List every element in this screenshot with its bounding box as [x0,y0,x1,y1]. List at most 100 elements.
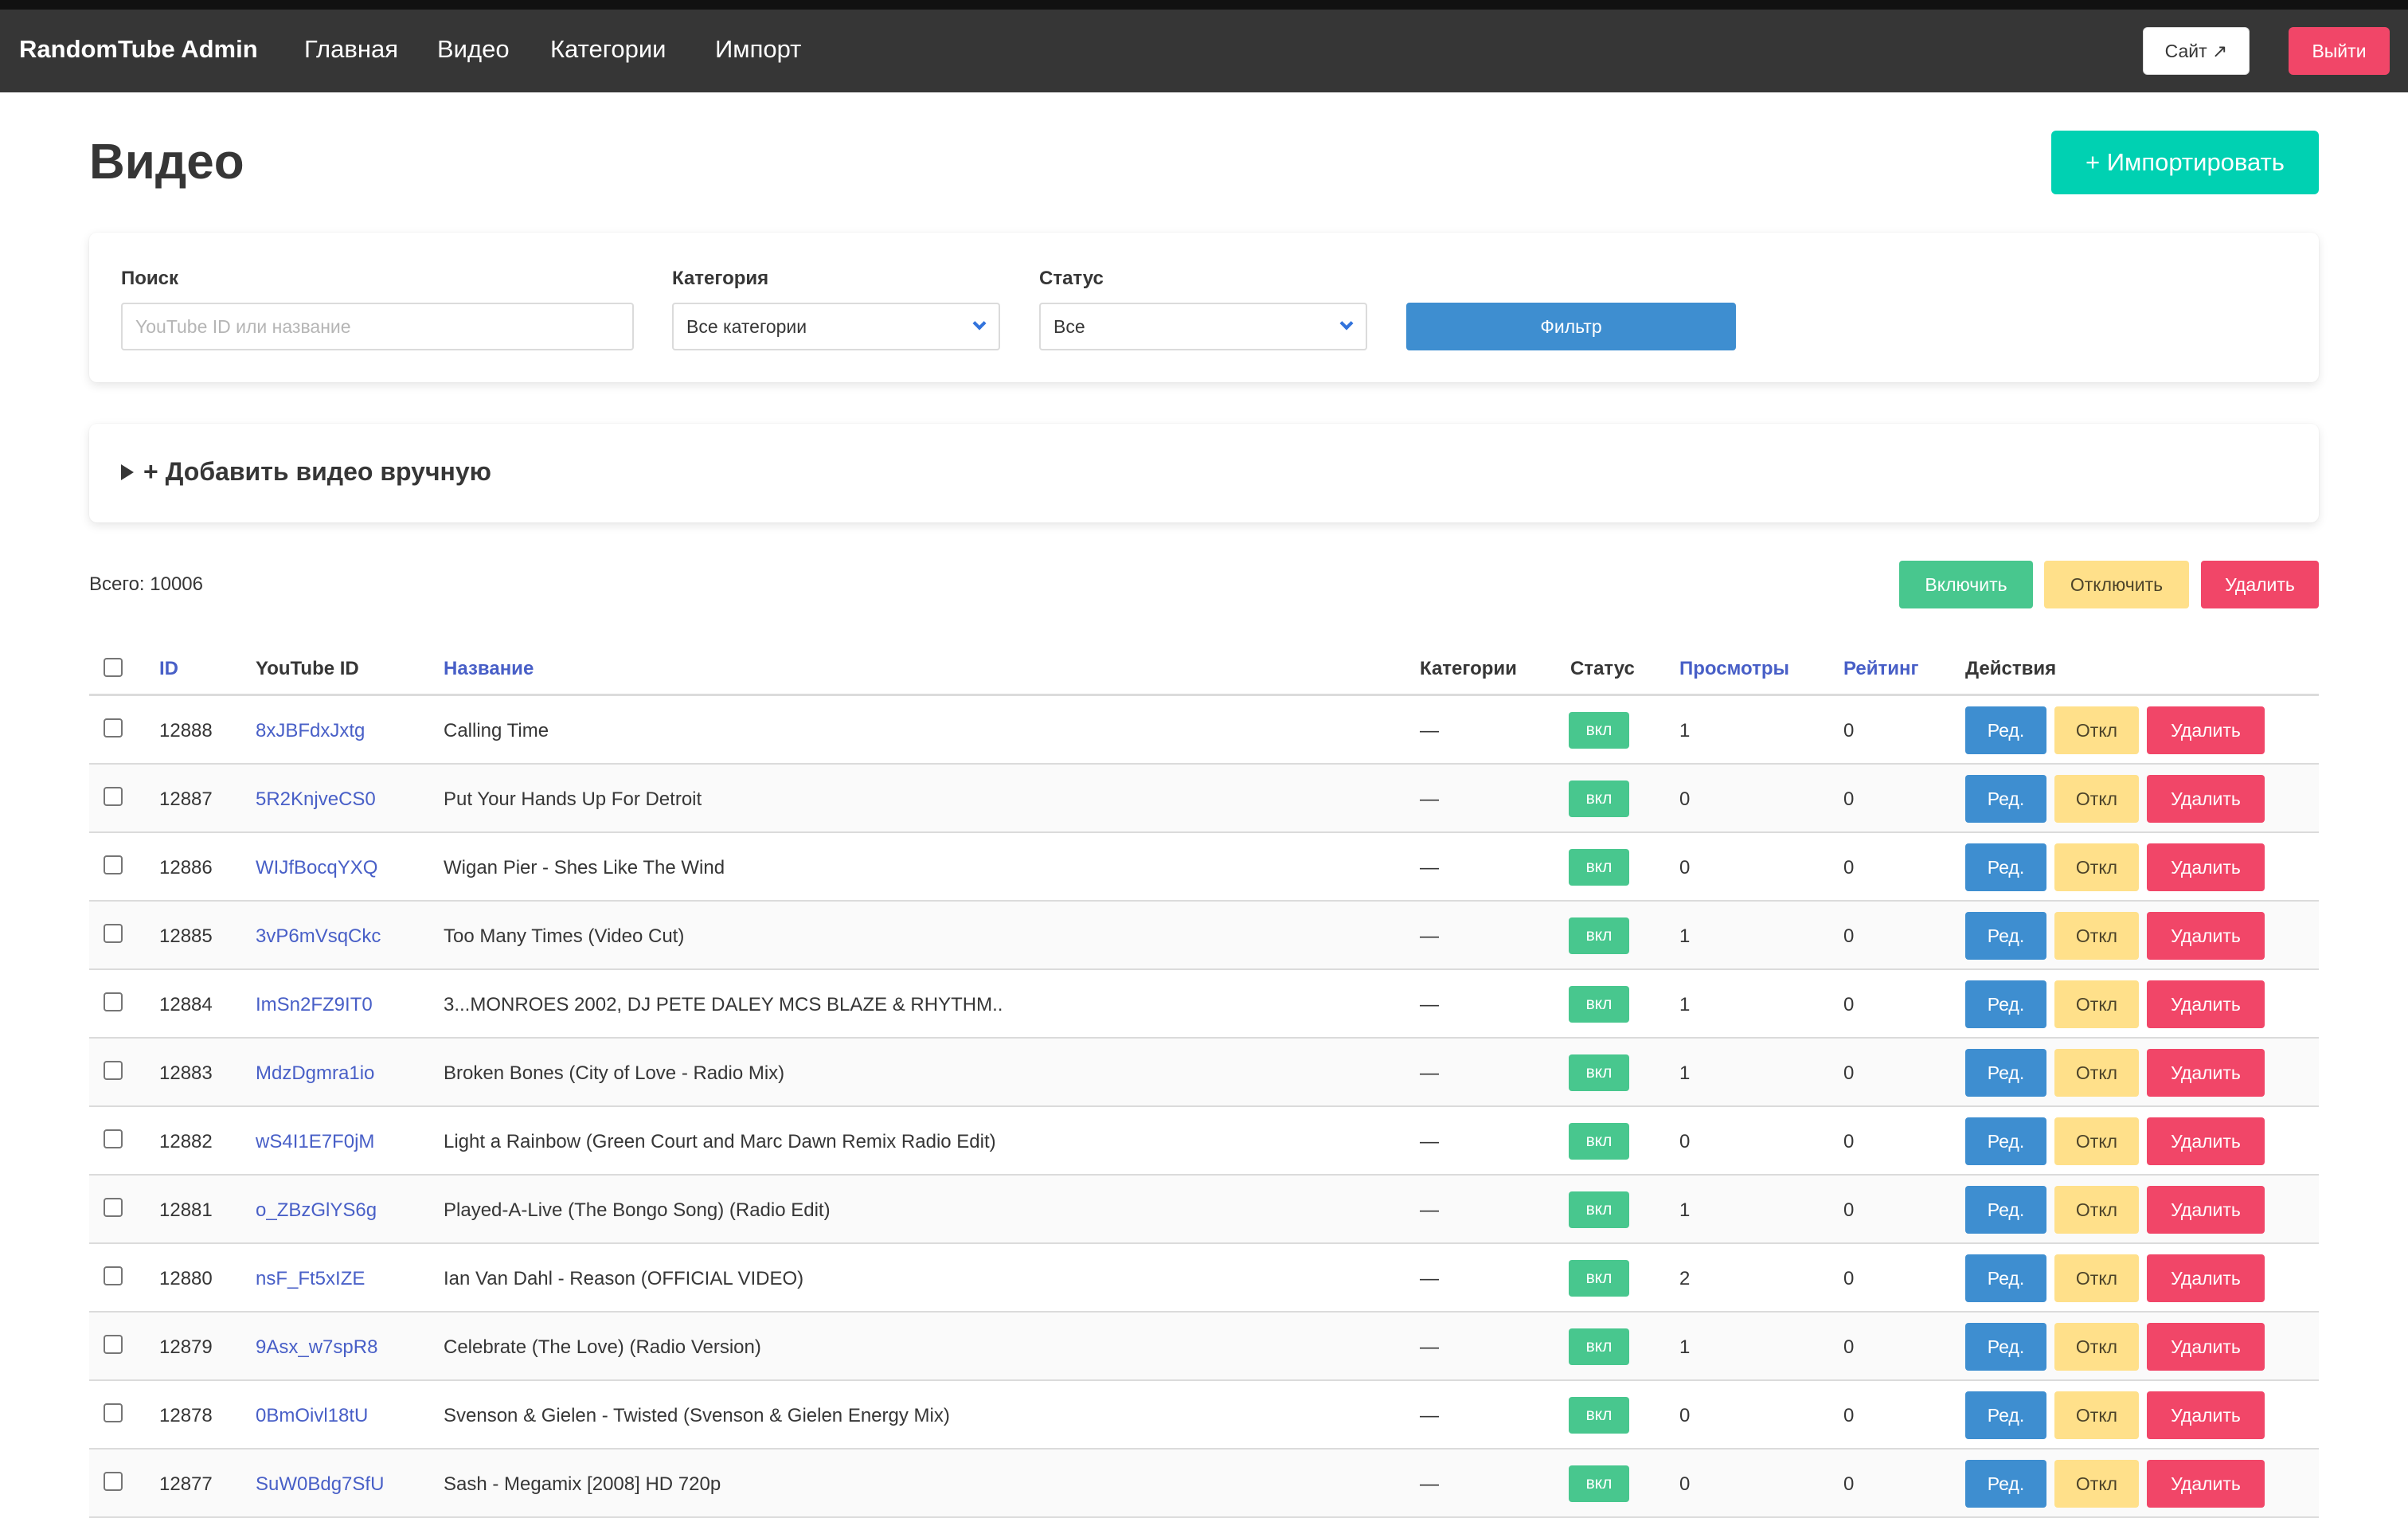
disable-button[interactable]: Откл [2054,1460,2139,1508]
edit-button[interactable]: Ред. [1965,1117,2046,1165]
logout-button[interactable]: Выйти [2289,27,2390,75]
row-checkbox[interactable] [104,1403,123,1422]
delete-button[interactable]: Удалить [2147,1391,2265,1439]
add-video-toggle[interactable]: + Добавить видео вручную [121,457,491,487]
nav-link-categories[interactable]: Категории [550,35,666,64]
row-views: 1 [1679,720,1691,741]
row-youtube-link[interactable]: 8xJBFdxJxtg [256,720,365,742]
delete-button[interactable]: Удалить [2147,980,2265,1028]
row-categories: — [1420,1131,1439,1152]
disable-button[interactable]: Откл [2054,1254,2139,1302]
search-input[interactable]: YouTube ID или название [121,303,634,350]
row-youtube-link[interactable]: 9Asx_w7spR8 [256,1336,377,1359]
th-title[interactable]: Название [444,658,534,680]
row-rating: 0 [1843,994,1855,1015]
row-title: Svenson & Gielen - Twisted (Svenson & Gi… [444,1405,950,1426]
bulk-disable-button[interactable]: Отключить [2044,561,2189,608]
disable-button[interactable]: Откл [2054,912,2139,960]
delete-button[interactable]: Удалить [2147,1460,2265,1508]
delete-button[interactable]: Удалить [2147,706,2265,754]
row-views: 1 [1679,994,1691,1015]
row-checkbox[interactable] [104,924,123,943]
brand-link[interactable]: RandomTube Admin [19,35,258,64]
table-row: 12886 WIJfBocqYXQ Wigan Pier - Shes Like T… [89,833,2319,902]
row-checkbox[interactable] [104,787,123,806]
table-row: 12879 9Asx_w7spR8 Celebrate (The Love) (Ra… [89,1313,2319,1381]
row-checkbox[interactable] [104,1198,123,1217]
disable-button[interactable]: Откл [2054,706,2139,754]
row-youtube-link[interactable]: o_ZBzGlYS6g [256,1199,377,1222]
nav-link-home[interactable]: Главная [304,35,398,64]
row-youtube-link[interactable]: wS4I1E7F0jM [256,1131,374,1153]
table-row: 12877 SuW0Bdg7SfU Sash - Megamix [2008] HD… [89,1450,2319,1518]
disable-button[interactable]: Откл [2054,980,2139,1028]
status-select[interactable]: Все [1039,303,1367,350]
row-youtube-link[interactable]: 3vP6mVsqCkc [256,925,381,948]
th-id[interactable]: ID [159,658,178,680]
edit-button[interactable]: Ред. [1965,1049,2046,1097]
row-youtube-link[interactable]: nsF_Ft5xIZE [256,1268,365,1290]
delete-button[interactable]: Удалить [2147,775,2265,823]
row-youtube-link[interactable]: 0BmOivl18tU [256,1405,368,1427]
row-youtube-link[interactable]: WIJfBocqYXQ [256,857,377,879]
category-select[interactable]: Все категории [672,303,1000,350]
edit-button[interactable]: Ред. [1965,980,2046,1028]
th-rating[interactable]: Рейтинг [1843,658,1919,680]
nav-link-import[interactable]: Импорт [715,35,801,64]
row-views: 1 [1679,1199,1691,1221]
delete-button[interactable]: Удалить [2147,1049,2265,1097]
bulk-enable-button[interactable]: Включить [1899,561,2033,608]
select-all-checkbox[interactable] [104,658,123,677]
row-checkbox[interactable] [104,1061,123,1080]
delete-button[interactable]: Удалить [2147,1254,2265,1302]
disable-button[interactable]: Откл [2054,775,2139,823]
row-title: Played-A-Live (The Bongo Song) (Radio Ed… [444,1199,831,1221]
edit-button[interactable]: Ред. [1965,775,2046,823]
delete-button[interactable]: Удалить [2147,843,2265,891]
disable-button[interactable]: Откл [2054,843,2139,891]
status-badge: вкл [1569,917,1629,954]
edit-button[interactable]: Ред. [1965,1186,2046,1234]
row-views: 0 [1679,1473,1691,1495]
bulk-delete-button[interactable]: Удалить [2201,561,2319,608]
row-checkbox[interactable] [104,1472,123,1491]
filter-button[interactable]: Фильтр [1406,303,1736,350]
row-checkbox[interactable] [104,1335,123,1354]
navbar: RandomTube Admin Главная Видео Категории… [0,10,2408,92]
site-button[interactable]: Сайт ↗ [2143,27,2250,75]
disable-button[interactable]: Откл [2054,1186,2139,1234]
disable-button[interactable]: Откл [2054,1117,2139,1165]
edit-button[interactable]: Ред. [1965,912,2046,960]
delete-button[interactable]: Удалить [2147,912,2265,960]
page-title: Видео [89,135,244,190]
row-checkbox[interactable] [104,992,123,1011]
row-youtube-link[interactable]: 5R2KnjveCS0 [256,788,376,811]
edit-button[interactable]: Ред. [1965,1323,2046,1371]
row-title: Wigan Pier - Shes Like The Wind [444,857,725,878]
row-checkbox[interactable] [104,718,123,737]
nav-link-videos[interactable]: Видео [437,35,510,64]
edit-button[interactable]: Ред. [1965,1254,2046,1302]
disable-button[interactable]: Откл [2054,1391,2139,1439]
row-youtube-link[interactable]: SuW0Bdg7SfU [256,1473,384,1496]
row-id: 12885 [159,925,213,947]
delete-button[interactable]: Удалить [2147,1117,2265,1165]
disable-button[interactable]: Откл [2054,1049,2139,1097]
edit-button[interactable]: Ред. [1965,706,2046,754]
row-checkbox[interactable] [104,855,123,874]
th-views[interactable]: Просмотры [1679,658,1789,680]
row-youtube-link[interactable]: MdzDgmra1io [256,1062,374,1085]
disable-button[interactable]: Откл [2054,1323,2139,1371]
table-row: 12878 0BmOivl18tU Svenson & Gielen - Twist… [89,1381,2319,1450]
delete-button[interactable]: Удалить [2147,1323,2265,1371]
row-checkbox[interactable] [104,1129,123,1148]
row-views: 1 [1679,925,1691,947]
row-youtube-link[interactable]: ImSn2FZ9IT0 [256,994,373,1016]
import-button[interactable]: + Импортировать [2051,131,2319,194]
row-categories: — [1420,1062,1439,1084]
delete-button[interactable]: Удалить [2147,1186,2265,1234]
edit-button[interactable]: Ред. [1965,843,2046,891]
edit-button[interactable]: Ред. [1965,1460,2046,1508]
edit-button[interactable]: Ред. [1965,1391,2046,1439]
row-checkbox[interactable] [104,1266,123,1285]
